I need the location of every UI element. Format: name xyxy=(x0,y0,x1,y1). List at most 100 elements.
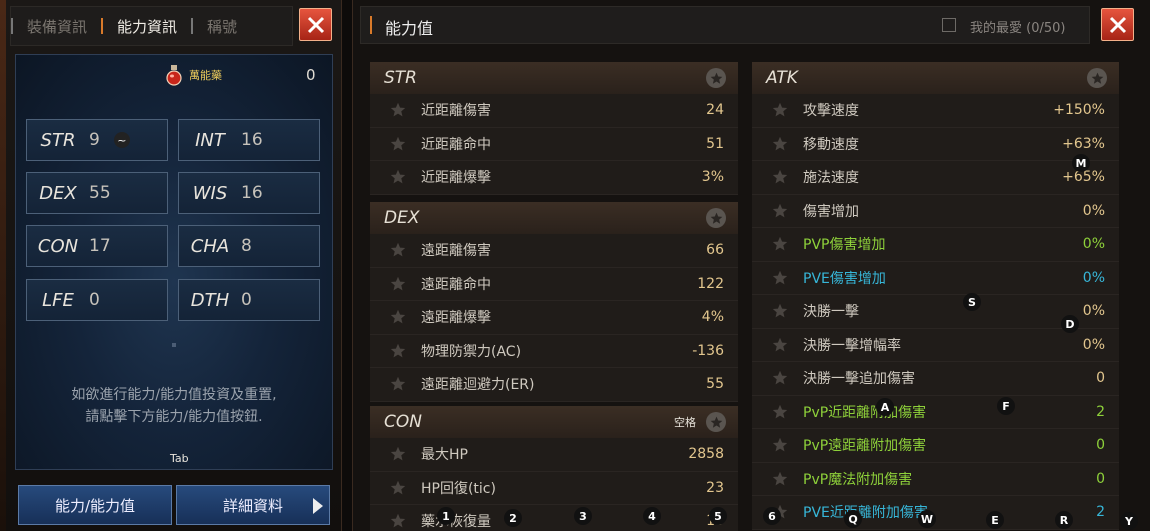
stat-row[interactable]: 移動速度 +63% xyxy=(752,127,1119,161)
stat-row[interactable]: 遠距離爆擊 4% xyxy=(370,301,738,335)
stat-row[interactable]: 施法速度 +65% xyxy=(752,161,1119,195)
stat-row[interactable]: 攻擊速度 +150% xyxy=(752,94,1119,128)
stat-row-value: 0% xyxy=(1082,236,1105,253)
reset-hint-text: 如欲進行能力/能力值投資及重置, 請點擊下方能力/能力值按鈕. xyxy=(16,384,332,428)
star-icon[interactable] xyxy=(772,370,788,386)
favorite-star-button[interactable] xyxy=(706,208,726,228)
stat-row[interactable]: PvP遠距離附加傷害 0 xyxy=(752,429,1119,463)
stat-row-value: 24 xyxy=(706,102,724,119)
star-icon[interactable] xyxy=(772,236,788,252)
tab-equipment-info[interactable]: 裝備資訊 xyxy=(13,16,101,37)
section-atk: ATK 攻擊速度 +150% 移動速度 +63% 施法速度 +65% 傷害增加 0% PVP傷害… xyxy=(752,62,1119,531)
stats-button[interactable]: 能力/能力值 xyxy=(18,485,172,525)
stat-name: DTH xyxy=(190,289,230,311)
stat-box-dex[interactable]: DEX 55 xyxy=(26,172,168,214)
star-icon xyxy=(710,212,722,224)
atk-row-list: 攻擊速度 +150% 移動速度 +63% 施法速度 +65% 傷害增加 0% PVP傷害增加 0%… xyxy=(752,94,1119,530)
stat-row[interactable]: 決勝一擊增幅率 0% xyxy=(752,328,1119,362)
stat-box-con[interactable]: CON 17 xyxy=(26,225,168,267)
stat-row[interactable]: 遠距離命中 122 xyxy=(370,267,738,301)
star-icon[interactable] xyxy=(772,404,788,420)
star-icon[interactable] xyxy=(390,136,406,152)
stat-row[interactable]: 最大HP 2858 xyxy=(370,438,738,472)
stat-row-value: 0 xyxy=(1096,437,1105,454)
stat-box-wis[interactable]: WIS 16 xyxy=(178,172,320,214)
favorite-star-button[interactable] xyxy=(706,412,726,432)
star-icon[interactable] xyxy=(772,471,788,487)
section-header: CON 空格 xyxy=(370,406,738,438)
stat-row[interactable]: 遠距離迴避力(ER) 55 xyxy=(370,368,738,402)
stat-row-value: 2858 xyxy=(688,446,724,463)
stat-box-int[interactable]: INT 16 xyxy=(178,119,320,161)
star-icon[interactable] xyxy=(772,169,788,185)
star-icon[interactable] xyxy=(772,303,788,319)
star-icon[interactable] xyxy=(390,376,406,392)
stat-row[interactable]: 傷害增加 0% xyxy=(752,194,1119,228)
stat-row[interactable]: 物理防禦力(AC) -136 xyxy=(370,334,738,368)
star-icon[interactable] xyxy=(390,446,406,462)
hotkey-bar: 1 2 3 4 5 6 Q W E R Y xyxy=(352,505,1150,531)
stat-row-value: 66 xyxy=(706,242,724,259)
section-str: STR 近距離傷害 24 近距離命中 51 近距離爆擊 3% xyxy=(370,62,738,195)
favorites-checkbox[interactable] xyxy=(942,18,956,32)
star-icon[interactable] xyxy=(390,480,406,496)
stat-row-label: PVE傷害增加 xyxy=(803,270,886,287)
stat-value: 55 xyxy=(89,183,111,203)
stat-name: STR xyxy=(40,129,76,151)
stat-row[interactable]: 近距離命中 51 xyxy=(370,127,738,161)
star-icon[interactable] xyxy=(772,437,788,453)
stat-row-value: 0% xyxy=(1082,336,1105,353)
close-button[interactable] xyxy=(299,8,332,41)
star-icon[interactable] xyxy=(390,102,406,118)
hotkey-2: 2 xyxy=(504,509,522,527)
elixir-count: 0 xyxy=(306,66,316,84)
favorite-star-button[interactable] xyxy=(1087,68,1107,88)
stat-name: LFE xyxy=(42,289,74,311)
tab-ability-info[interactable]: 能力資訊 xyxy=(103,16,191,37)
hint-line: 請點擊下方能力/能力值按鈕. xyxy=(85,409,263,425)
star-icon[interactable] xyxy=(390,242,406,258)
tab-title[interactable]: 稱號 xyxy=(193,16,251,37)
stat-row[interactable]: 遠距離傷害 66 xyxy=(370,234,738,268)
section-title: STR xyxy=(384,68,417,88)
detail-button[interactable]: 詳細資料 xyxy=(176,485,330,525)
stat-row-value: 0 xyxy=(1096,470,1105,487)
star-icon[interactable] xyxy=(772,270,788,286)
stat-row[interactable]: PVE傷害增加 0% xyxy=(752,261,1119,295)
star-icon[interactable] xyxy=(772,136,788,152)
section-header: STR xyxy=(370,62,738,94)
stat-row-value: 23 xyxy=(706,479,724,496)
star-icon[interactable] xyxy=(772,203,788,219)
stat-row[interactable]: 近距離爆擊 3% xyxy=(370,161,738,195)
stat-value: 0 xyxy=(89,290,100,310)
stat-box-str[interactable]: STR 9 ~ xyxy=(26,119,168,161)
stat-name: DEX xyxy=(39,182,77,204)
stat-box-dth[interactable]: DTH 0 xyxy=(178,279,320,321)
stat-row-label: 決勝一擊增幅率 xyxy=(803,337,901,354)
stat-row[interactable]: PVP傷害增加 0% xyxy=(752,228,1119,262)
stat-name: INT xyxy=(195,129,225,151)
elixir-potion-icon xyxy=(166,65,182,86)
stat-row[interactable]: 近距離傷害 24 xyxy=(370,94,738,128)
stat-row[interactable]: 決勝一擊追加傷害 0 xyxy=(752,362,1119,396)
stat-row[interactable]: PvP魔法附加傷害 0 xyxy=(752,462,1119,496)
favorite-star-button[interactable] xyxy=(706,68,726,88)
star-icon[interactable] xyxy=(772,337,788,353)
hotkey-f: F xyxy=(997,397,1015,415)
star-icon[interactable] xyxy=(390,309,406,325)
elixir-indicator: 萬能藥 xyxy=(165,64,222,86)
stat-row[interactable]: HP回復(tic) 23 xyxy=(370,471,738,505)
star-icon[interactable] xyxy=(772,102,788,118)
stat-row[interactable]: PvP近距離附加傷害 2 xyxy=(752,395,1119,429)
close-button[interactable] xyxy=(1101,8,1134,41)
star-icon[interactable] xyxy=(390,276,406,292)
star-icon[interactable] xyxy=(390,343,406,359)
stat-name: CHA xyxy=(190,235,230,257)
title-accent-bar xyxy=(370,16,372,34)
stat-value: 16 xyxy=(241,130,263,150)
stat-box-cha[interactable]: CHA 8 xyxy=(178,225,320,267)
stat-box-lfe[interactable]: LFE 0 xyxy=(26,279,168,321)
stat-row-value: 3% xyxy=(701,169,724,186)
hotkey-r: R xyxy=(1055,511,1073,529)
star-icon[interactable] xyxy=(390,169,406,185)
